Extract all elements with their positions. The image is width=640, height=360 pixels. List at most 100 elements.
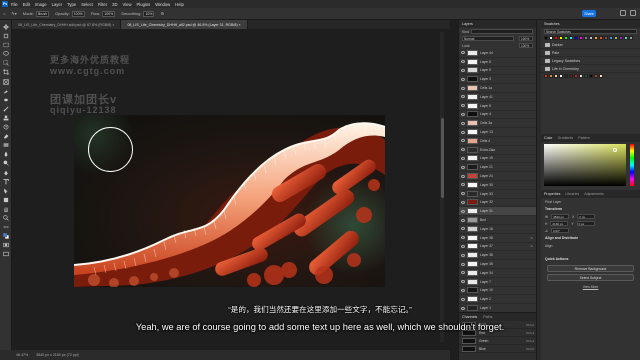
height-field[interactable]: 2160 px [550,221,569,226]
brush-tool-icon[interactable] [3,106,9,112]
object-select-tool-icon[interactable] [2,60,9,66]
color-swatch[interactable] [549,36,553,40]
layer-row[interactable]: Layer 31 [459,207,536,217]
quick-actions-title[interactable]: Quick Actions [541,255,640,263]
dodge-tool-icon[interactable] [3,160,9,167]
layer-name[interactable]: Layer 4 [480,112,491,116]
layer-name[interactable]: Layer 1 [480,306,491,310]
path-select-tool-icon[interactable] [3,188,9,194]
visibility-eye-icon[interactable] [461,148,465,152]
layer-name[interactable]: Layer 38 [480,236,493,240]
layer-row[interactable]: Layer 4 [459,111,536,120]
history-brush-tool-icon[interactable] [3,124,9,130]
tab-pattern[interactable]: Pattern [578,136,590,140]
y-field[interactable]: 0 px [576,221,595,226]
canvas-area[interactable]: 更多海外优质教程 www.cgtg.com 团课加团长v qiqiyu-1213… [12,29,450,350]
visibility-eye-icon[interactable] [461,51,465,55]
color-swatch[interactable] [554,36,558,40]
zoom-level[interactable]: 46.47% [16,353,28,357]
layer-name[interactable]: Layer 41 [480,95,493,99]
visibility-eye-icon[interactable] [461,68,465,72]
layer-name[interactable]: Layer 24 [480,174,493,178]
pen-tool-icon[interactable] [3,170,9,176]
visibility-eye-icon[interactable] [461,297,465,301]
brush-preset-icon[interactable]: ✎▾ [11,11,16,16]
home-icon[interactable]: ⌂ [3,11,5,16]
visibility-eye-icon[interactable] [461,86,465,90]
menu-plugins[interactable]: Plugins [137,2,151,7]
layer-name[interactable]: Bed [480,218,486,222]
life-color-swatch[interactable] [554,74,558,78]
layer-row[interactable]: Layer 2 [459,295,536,305]
gradient-tool-icon[interactable] [3,142,9,148]
visibility-eye-icon[interactable] [461,156,465,160]
layers-panel-title[interactable]: Layers [459,20,536,28]
lasso-tool-icon[interactable] [2,51,9,57]
crop-tool-icon[interactable] [2,69,9,76]
menu-select[interactable]: Select [81,2,93,7]
color-swatch[interactable] [574,36,578,40]
color-swatch[interactable] [569,36,573,40]
layer-name[interactable]: Layer 13 [480,130,493,134]
blur-tool-icon[interactable] [3,151,9,157]
vertical-scrollbar[interactable] [440,32,444,342]
layer-row[interactable]: Layer 41 [459,93,536,102]
visibility-eye-icon[interactable] [461,244,465,248]
marquee-tool-icon[interactable] [2,42,9,48]
color-swatch[interactable] [609,36,613,40]
layer-row[interactable]: Layer 3 [459,75,536,85]
screen-mode-icon[interactable] [2,251,9,257]
life-color-swatch[interactable] [549,74,553,78]
select-subject-button[interactable]: Select Subject [547,274,634,281]
menu-type[interactable]: Type [67,2,76,7]
layer-row[interactable]: Layer 9 [459,67,536,76]
tab-channels[interactable]: Channels [462,315,477,319]
layer-name[interactable]: Layer 33 [480,192,493,196]
menu-window[interactable]: Window [155,2,170,7]
life-color-swatch[interactable] [569,74,573,78]
layer-name[interactable]: Layer 5 [480,104,491,108]
life-color-swatch[interactable] [559,74,563,78]
color-swatch[interactable] [559,36,563,40]
layer-name[interactable]: Layer 9 [480,68,491,72]
frame-tool-icon[interactable] [2,78,9,85]
layer-row[interactable]: Layer 32 [459,199,536,208]
layer-row[interactable]: Layer 33 [459,190,536,199]
workspace-icon[interactable] [630,10,636,16]
menu-help[interactable]: Help [175,2,184,7]
layer-filter-field[interactable] [471,29,533,34]
visibility-eye-icon[interactable] [461,112,465,116]
quick-mask-icon[interactable] [2,242,9,248]
layer-row[interactable]: Layer 5 [459,102,536,111]
visibility-eye-icon[interactable] [461,130,465,134]
channel-row-green[interactable]: Green Ctrl+4 [459,337,537,345]
life-color-swatch[interactable] [579,74,583,78]
layer-row[interactable]: Layer 37 fx [459,243,536,252]
color-swatch[interactable] [629,36,633,40]
layer-opacity-field[interactable]: 100% [519,36,533,41]
tab-document-2[interactable]: 08_LIS_Life_Chemistry_DHHH_all2.psd @ 46… [121,20,248,29]
tab-gradients[interactable]: Gradients [558,136,574,140]
layer-row[interactable]: Layer 10 [459,287,536,296]
search-icon[interactable] [620,10,626,16]
swatch-folder-pale[interactable]: Pale [541,49,640,57]
width-field[interactable]: 3840 px [551,214,570,219]
scrollbar-thumb[interactable] [440,118,444,198]
swatch-folder-darker[interactable]: Darker [541,41,640,49]
layer-row[interactable]: Layer 35 [459,260,536,269]
layer-effects-badge[interactable]: fx [531,244,533,248]
color-swatch[interactable] [599,36,603,40]
menu-layer[interactable]: Layer [52,2,62,7]
mode-select[interactable]: Brush [35,10,50,17]
eraser-tool-icon[interactable] [3,133,9,139]
layer-row[interactable]: Layer 7 [459,278,536,287]
visibility-eye-icon[interactable] [461,253,465,257]
visibility-eye-icon[interactable] [461,271,465,275]
layer-row[interactable]: Layer 30 [459,181,536,190]
layer-name[interactable]: Layer 44 [480,51,493,55]
type-tool-icon[interactable] [3,178,9,185]
layer-row[interactable]: Layer 38 fx [459,234,536,243]
blend-mode-select[interactable]: Normal [462,36,514,41]
layer-row[interactable]: Bed [459,216,536,225]
channel-row-red[interactable]: Red Ctrl+3 [459,329,537,337]
